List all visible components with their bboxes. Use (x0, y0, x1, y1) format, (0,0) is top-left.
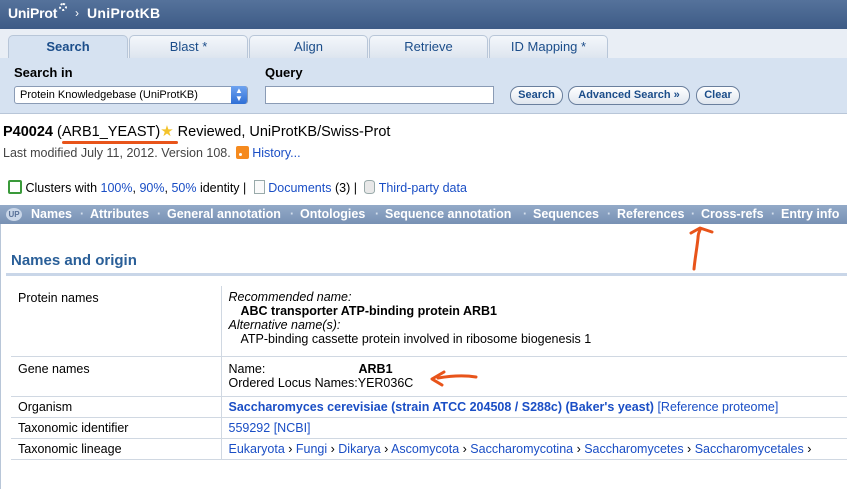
advanced-search-button[interactable]: Advanced Search » (568, 86, 690, 105)
section-title: Names and origin (11, 252, 137, 269)
gene-name-label: Name: (228, 361, 266, 376)
nav-general-annotation[interactable]: General annotation (167, 207, 281, 221)
rss-icon[interactable] (236, 146, 250, 159)
logo-dots-icon (59, 3, 67, 11)
database-icon (364, 180, 376, 194)
cluster-100-link[interactable]: 100% (101, 181, 133, 195)
lineage-dikarya[interactable]: Dikarya (338, 442, 380, 456)
gene-names-key: Gene names (11, 356, 222, 397)
organism-link[interactable]: Saccharomyces cerevisiae (strain ATCC 20… (229, 400, 654, 414)
nav-separator: · (80, 207, 85, 221)
clusters-prefix: Clusters with (25, 181, 98, 195)
lineage-saccharomycotina[interactable]: Saccharomycotina (470, 442, 573, 456)
lineage-saccharomycetales[interactable]: Saccharomycetales (695, 442, 804, 456)
lineage-eukaryota[interactable]: Eukaryota (229, 442, 285, 456)
taxid-link[interactable]: 559292 (229, 421, 271, 435)
entry-modified: Last modified July 11, 2012. Version 108… (3, 146, 301, 160)
identity-suffix: identity (199, 181, 240, 195)
ncbi-link[interactable]: [NCBI] (274, 421, 311, 435)
gene-name-value: ARB1 (358, 361, 393, 376)
reviewed-star-icon: ★ (160, 123, 174, 140)
entry-accession: P40024 (3, 124, 53, 140)
locus-value: YER036C (357, 375, 414, 390)
alternative-name-value: ATP-binding cassette protein involved in… (240, 332, 592, 346)
protein-names-value: Recommended name: ABC transporter ATP-bi… (221, 286, 847, 357)
protein-names-key: Protein names (11, 286, 222, 357)
red-arrow-annotation-icon (430, 370, 478, 387)
database-select-value: Protein Knowledgebase (UniProtKB) (20, 89, 198, 101)
taxid-key: Taxonomic identifier (11, 417, 222, 439)
entry-name: (ARB1_YEAST) (57, 124, 161, 140)
nav-names[interactable]: Names (31, 207, 72, 221)
lineage-ascomycota[interactable]: Ascomycota (391, 442, 459, 456)
uniprot-logo[interactable]: UniProt (8, 5, 57, 21)
nav-separator: · (523, 207, 528, 221)
nav-attributes[interactable]: Attributes (90, 207, 149, 221)
table-row: Taxonomic lineage Eukaryota › Fungi › Di… (11, 438, 847, 460)
locus-label: Ordered Locus Names: (228, 375, 358, 390)
cluster-90-link[interactable]: 90% (139, 181, 164, 195)
lineage-saccharomycetes[interactable]: Saccharomycetes (584, 442, 683, 456)
organism-cell: Saccharomyces cerevisiae (strain ATCC 20… (221, 396, 847, 418)
recommended-name-value: ABC transporter ATP-binding protein ARB1 (240, 304, 497, 318)
tab-id-mapping[interactable]: ID Mapping * (489, 35, 608, 58)
documents-link[interactable]: Documents (268, 181, 331, 195)
query-input[interactable] (265, 86, 494, 104)
tab-bar: Search Blast * Align Retrieve ID Mapping… (0, 29, 847, 59)
red-underline-annotation (62, 141, 178, 144)
table-row: Organism Saccharomyces cerevisiae (strai… (11, 396, 847, 418)
nav-ontologies[interactable]: Ontologies (300, 207, 365, 221)
recommended-name-label: Recommended name: (228, 290, 352, 304)
nav-separator: · (375, 207, 380, 221)
document-icon (253, 180, 265, 194)
table-row: Protein names Recommended name: ABC tran… (11, 286, 847, 357)
entry-title: P40024 (ARB1_YEAST)★ Reviewed, UniProtKB… (3, 122, 390, 140)
clear-button[interactable]: Clear (696, 86, 740, 105)
tab-search[interactable]: Search (8, 35, 128, 59)
nav-separator: · (607, 207, 612, 221)
breadcrumb-arrow-icon: › (75, 6, 79, 20)
reference-proteome-link[interactable]: [Reference proteome] (657, 400, 778, 414)
documents-count: (3) (334, 181, 351, 195)
database-select[interactable]: Protein Knowledgebase (UniProtKB) ▲ ▼ (14, 86, 248, 104)
nav-entry-info[interactable]: Entry info (781, 207, 839, 221)
red-arrow-annotation-icon (689, 226, 714, 271)
lineage-key: Taxonomic lineage (11, 438, 222, 460)
query-label: Query (265, 65, 303, 80)
alternative-names-label: Alternative name(s): (228, 318, 341, 332)
nav-references[interactable]: References (617, 207, 684, 221)
search-in-label: Search in (14, 65, 73, 80)
select-arrows-icon: ▲ ▼ (231, 86, 247, 104)
nav-sequence-annotation[interactable]: Sequence annotation (385, 207, 511, 221)
lineage-fungi[interactable]: Fungi (296, 442, 327, 456)
clusters-icon (8, 180, 22, 194)
top-bar: UniProt › UniProtKB (0, 0, 847, 29)
nav-cross-refs[interactable]: Cross-refs (701, 207, 764, 221)
up-icon[interactable]: UP (6, 208, 22, 221)
nav-separator: · (157, 207, 162, 221)
organism-key: Organism (11, 396, 222, 418)
nav-sequences[interactable]: Sequences (533, 207, 599, 221)
tab-align[interactable]: Align (249, 35, 368, 58)
modified-text: Last modified July 11, 2012. Version 108… (3, 146, 231, 160)
nav-separator: · (290, 207, 295, 221)
section-nav-bar: UP Names · Attributes · General annotati… (0, 205, 847, 224)
taxid-cell: 559292 [NCBI] (221, 417, 847, 439)
breadcrumb-uniprotkb[interactable]: UniProtKB (87, 5, 160, 21)
search-panel: Search in Query Protein Knowledgebase (U… (0, 58, 847, 114)
section-divider (6, 273, 847, 276)
cluster-50-link[interactable]: 50% (171, 181, 196, 195)
entry-status: Reviewed, UniProtKB/Swiss-Prot (177, 124, 391, 140)
search-button[interactable]: Search (510, 86, 563, 105)
history-link[interactable]: History... (252, 146, 300, 160)
nav-separator: · (691, 207, 696, 221)
tab-blast[interactable]: Blast * (129, 35, 248, 58)
third-party-link[interactable]: Third-party data (379, 181, 467, 195)
table-row: Taxonomic identifier 559292 [NCBI] (11, 417, 847, 439)
tools-line: Clusters with 100%, 90%, 50% identity | … (8, 180, 467, 195)
nav-separator: · (771, 207, 776, 221)
lineage-cell: Eukaryota › Fungi › Dikarya › Ascomycota… (221, 438, 847, 460)
tab-retrieve[interactable]: Retrieve (369, 35, 488, 58)
gene-names-value: Name: ARB1 Ordered Locus Names:YER036C (221, 356, 847, 397)
